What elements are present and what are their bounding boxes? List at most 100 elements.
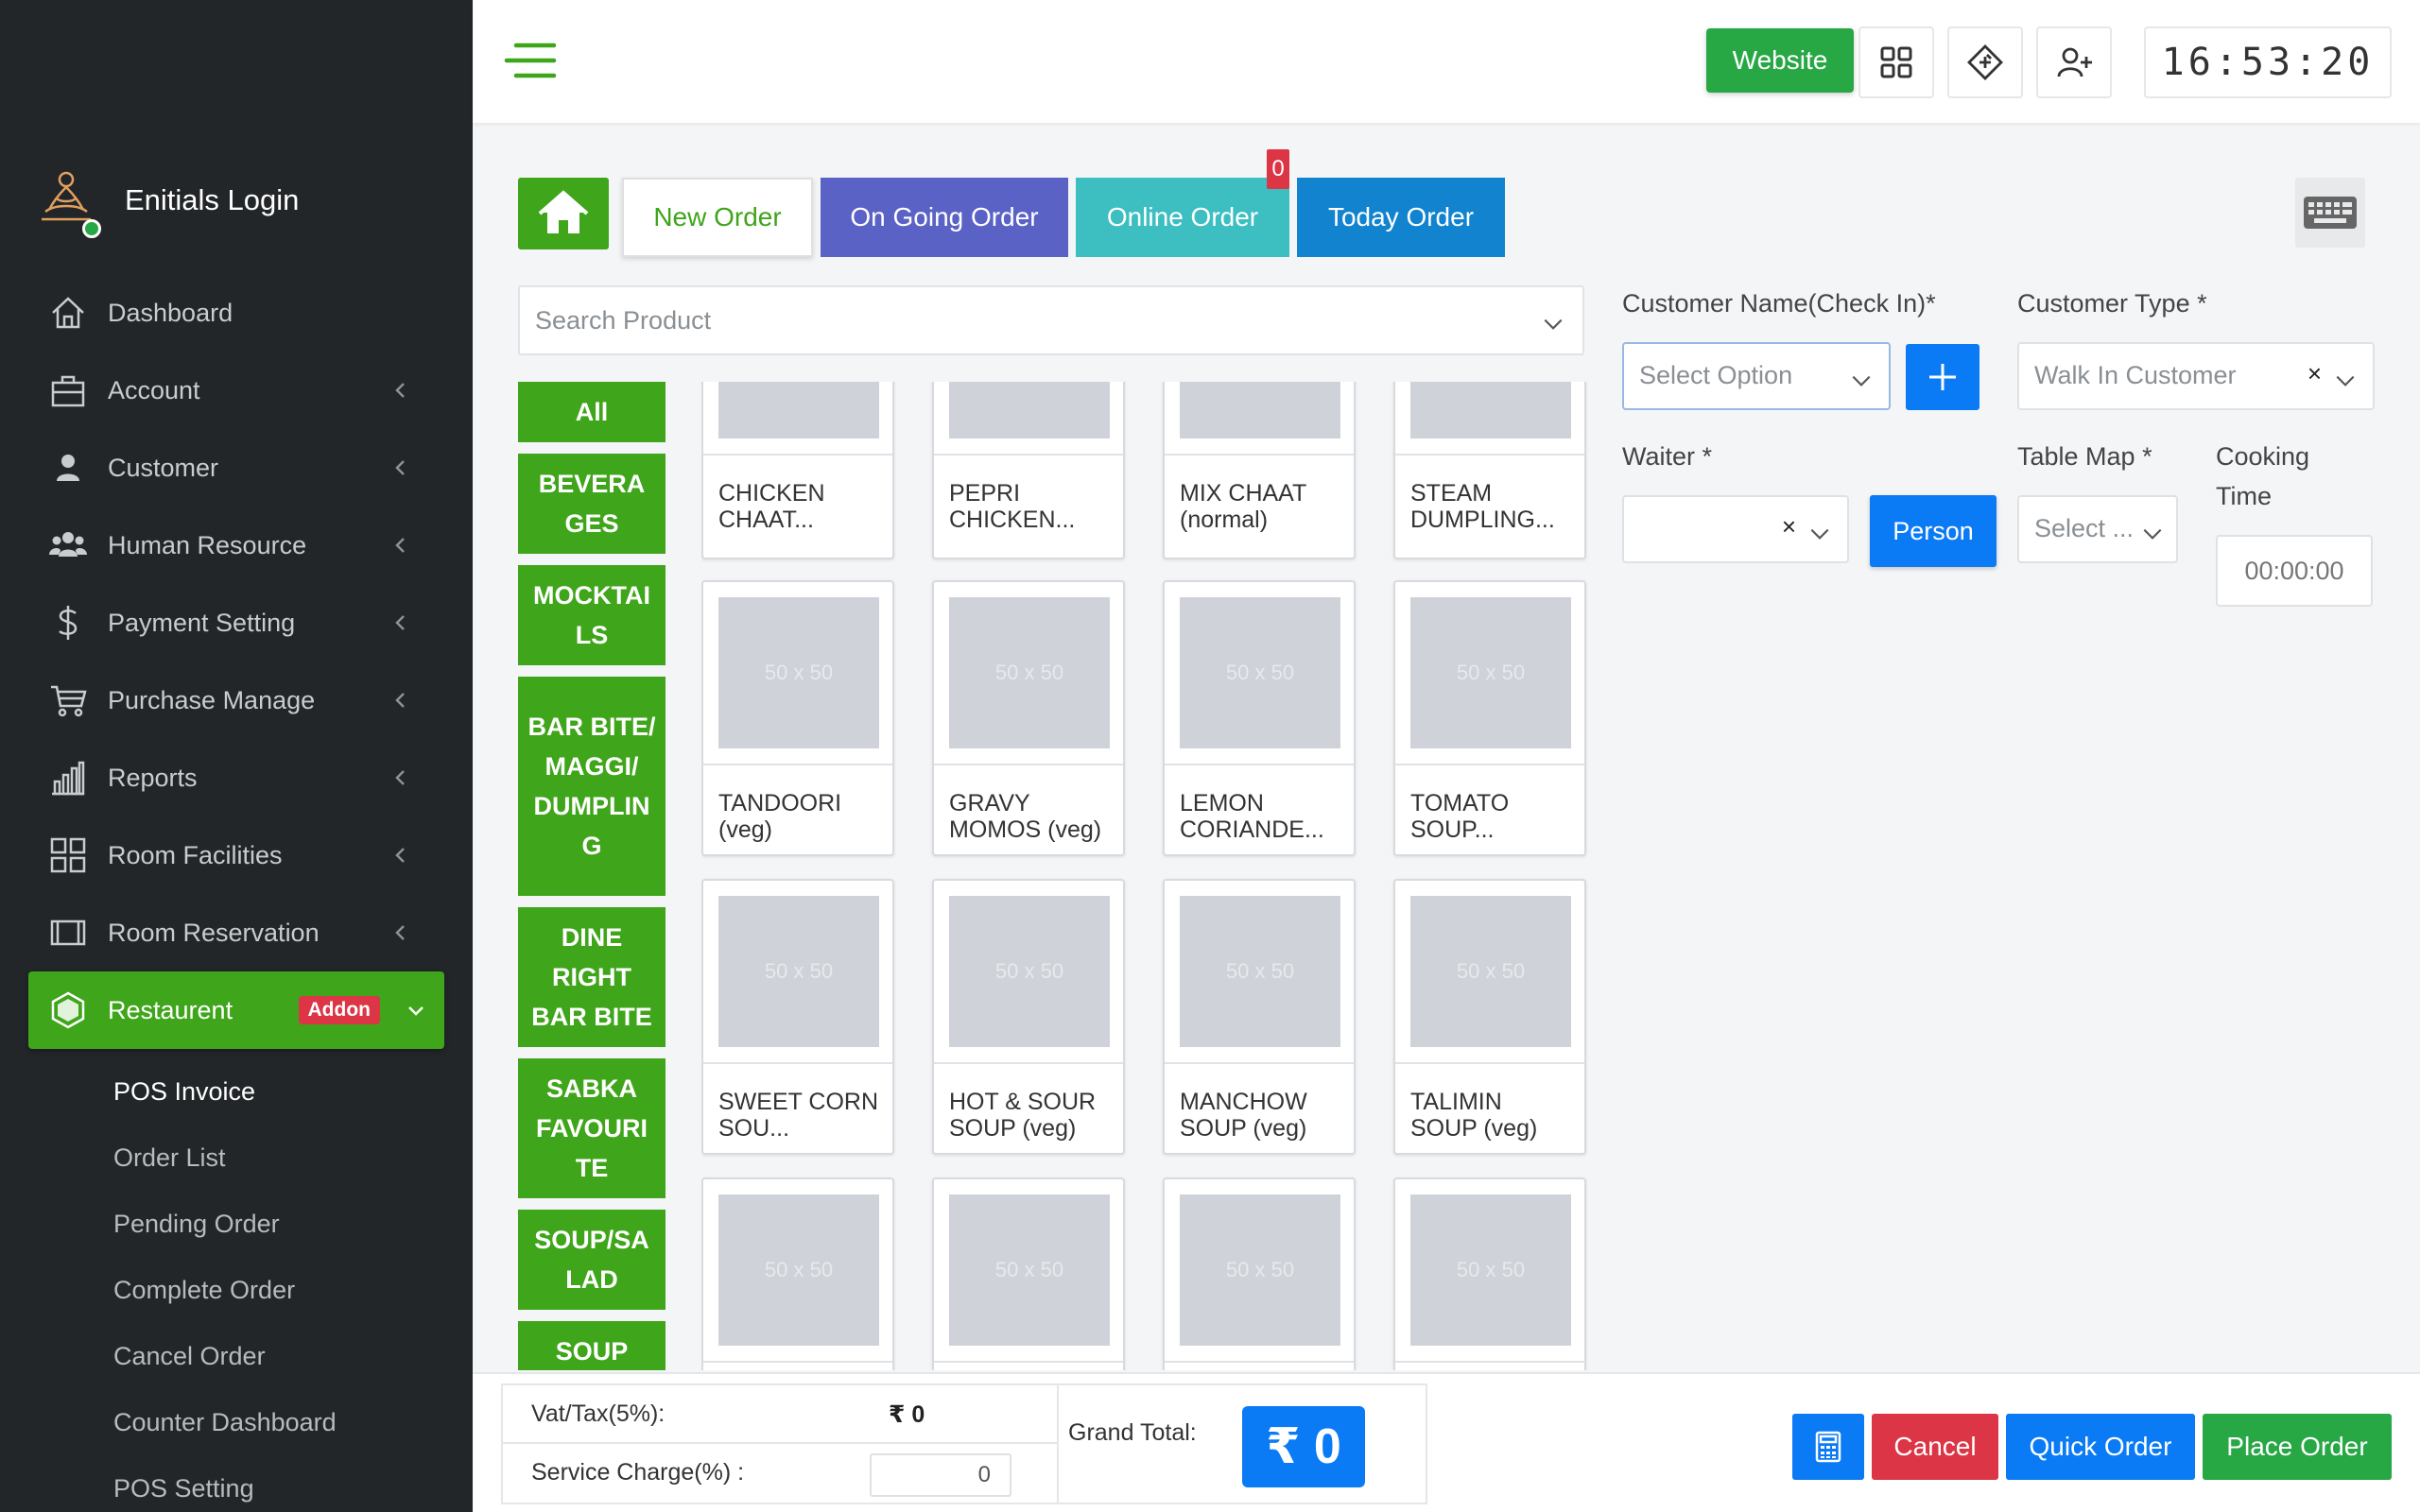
service-charge-label: Service Charge(%) : bbox=[531, 1459, 745, 1486]
brand[interactable]: Enitials Login bbox=[32, 166, 300, 238]
submenu-pos-invoice[interactable]: POS Invoice bbox=[0, 1058, 473, 1125]
cooking-time-input[interactable]: 00:00:00 bbox=[2216, 535, 2373, 607]
add-user-button[interactable] bbox=[2036, 26, 2112, 98]
chevron-left-icon bbox=[395, 383, 405, 398]
home-icon bbox=[538, 190, 589, 233]
product-card[interactable]: 50 x 50 MIX CHAAT (normal) bbox=[1163, 382, 1356, 559]
home-button[interactable] bbox=[518, 178, 609, 249]
apps-grid-button[interactable] bbox=[1858, 26, 1934, 98]
sidebar-item-restaurent[interactable]: Restaurent Addon bbox=[28, 971, 444, 1049]
dollar-icon bbox=[47, 602, 89, 644]
addon-badge: Addon bbox=[298, 996, 380, 1024]
sidebar-item-account[interactable]: Account bbox=[0, 352, 473, 429]
top-header: Website 16:53:20 bbox=[473, 0, 2420, 123]
submenu-pending-order[interactable]: Pending Order bbox=[0, 1191, 473, 1257]
chevron-left-icon bbox=[395, 925, 405, 940]
online-status-dot bbox=[82, 219, 101, 238]
calculator-icon bbox=[1815, 1431, 1841, 1463]
product-card[interactable]: 50 x 50 LEMON CORIANDE... bbox=[1163, 580, 1356, 856]
product-card[interactable]: 50 x 50 bbox=[932, 1177, 1125, 1370]
product-image: 50 x 50 bbox=[949, 597, 1110, 748]
sidebar-item-dashboard[interactable]: Dashboard bbox=[0, 274, 473, 352]
users-icon bbox=[47, 524, 89, 566]
category-soup[interactable]: SOUP bbox=[518, 1321, 666, 1370]
tab-online-order[interactable]: Online Order bbox=[1076, 178, 1289, 257]
tab-ongoing-order[interactable]: On Going Order bbox=[821, 178, 1068, 257]
submenu-order-list[interactable]: Order List bbox=[0, 1125, 473, 1191]
product-card[interactable]: 50 x 50 SWEET CORN SOU... bbox=[701, 879, 894, 1155]
product-card[interactable]: 50 x 50 bbox=[701, 1177, 894, 1370]
category-soup-salad[interactable]: SOUP/SA LAD bbox=[518, 1210, 666, 1310]
customer-type-value: Walk In Customer bbox=[2034, 361, 2237, 389]
search-product-select[interactable]: Search Product bbox=[518, 285, 1584, 355]
cancel-button[interactable]: Cancel bbox=[1872, 1414, 1998, 1480]
product-card[interactable]: 50 x 50 GRAVY MOMOS (veg) bbox=[932, 580, 1125, 856]
sidebar-item-label: Customer bbox=[108, 453, 219, 482]
sidebar-item-customer[interactable]: Customer bbox=[0, 429, 473, 507]
sidebar-item-label: Payment Setting bbox=[108, 608, 296, 637]
submenu-complete-order[interactable]: Complete Order bbox=[0, 1257, 473, 1323]
cart-icon bbox=[47, 679, 89, 721]
product-card[interactable]: 50 x 50 bbox=[1163, 1177, 1356, 1370]
category-sabka-favourite[interactable]: SABKA FAVOURI TE bbox=[518, 1058, 666, 1198]
product-image: 50 x 50 bbox=[1180, 597, 1340, 748]
product-name: STEAM DUMPLING... bbox=[1410, 480, 1555, 533]
add-customer-button[interactable] bbox=[1906, 344, 1979, 410]
product-card[interactable]: 50 x 50 TALIMIN SOUP (veg) bbox=[1393, 879, 1586, 1155]
chevron-left-icon bbox=[395, 615, 405, 630]
clear-icon[interactable]: × bbox=[2308, 359, 2322, 388]
chevron-down-icon bbox=[408, 1006, 424, 1016]
person-button[interactable]: Person bbox=[1870, 495, 1996, 567]
service-charge-input[interactable]: 0 bbox=[870, 1453, 1011, 1497]
product-card[interactable]: 50 x 50 PEPRI CHICKEN... bbox=[932, 382, 1125, 559]
directions-button[interactable] bbox=[1947, 26, 2023, 98]
product-card[interactable]: 50 x 50 STEAM DUMPLING... bbox=[1393, 382, 1586, 559]
sidebar-item-purchase-manage[interactable]: Purchase Manage bbox=[0, 662, 473, 739]
category-dine-right[interactable]: DINE RIGHT BAR BITE bbox=[518, 907, 666, 1047]
category-mocktails[interactable]: MOCKTAI LS bbox=[518, 565, 666, 665]
product-card[interactable]: 50 x 50 MANCHOW SOUP (veg) bbox=[1163, 879, 1356, 1155]
keyboard-button[interactable] bbox=[2295, 178, 2365, 248]
hexagon-icon bbox=[47, 989, 89, 1031]
product-image: 50 x 50 bbox=[1410, 382, 1571, 438]
hamburger-menu-icon[interactable] bbox=[503, 42, 558, 79]
submenu-counter-dashboard[interactable]: Counter Dashboard bbox=[0, 1389, 473, 1455]
product-name: MIX CHAAT (normal) bbox=[1180, 480, 1306, 533]
sidebar-item-room-reservation[interactable]: Room Reservation bbox=[0, 894, 473, 971]
product-card[interactable]: 50 x 50 HOT & SOUR SOUP (veg) bbox=[932, 879, 1125, 1155]
product-card[interactable]: 50 x 50 CHICKEN CHAAT... bbox=[701, 382, 894, 559]
brand-name: Enitials Login bbox=[125, 183, 300, 216]
submenu-pos-setting[interactable]: POS Setting bbox=[0, 1455, 473, 1512]
product-card[interactable]: 50 x 50 bbox=[1393, 1177, 1586, 1370]
chevron-down-icon bbox=[1852, 375, 1871, 387]
product-image: 50 x 50 bbox=[949, 382, 1110, 438]
vat-value: ₹ 0 bbox=[889, 1401, 925, 1428]
product-card[interactable]: 50 x 50 TANDOORI (veg) bbox=[701, 580, 894, 856]
sidebar-item-payment-setting[interactable]: Payment Setting bbox=[0, 584, 473, 662]
table-map-select[interactable]: Select ... bbox=[2017, 495, 2178, 563]
tab-today-order[interactable]: Today Order bbox=[1297, 178, 1505, 257]
submenu-cancel-order[interactable]: Cancel Order bbox=[0, 1323, 473, 1389]
tab-new-order[interactable]: New Order bbox=[622, 178, 813, 257]
sidebar-item-reports[interactable]: Reports bbox=[0, 739, 473, 816]
chevron-down-icon bbox=[1810, 528, 1829, 540]
quick-order-button[interactable]: Quick Order bbox=[2006, 1414, 2195, 1480]
product-card[interactable]: 50 x 50 TOMATO SOUP... bbox=[1393, 580, 1586, 856]
sidebar-item-room-facilities[interactable]: Room Facilities bbox=[0, 816, 473, 894]
category-bar-bite[interactable]: BAR BITE/ MAGGI/ DUMPLIN G bbox=[518, 677, 666, 896]
calculator-button[interactable] bbox=[1792, 1414, 1864, 1480]
place-order-button[interactable]: Place Order bbox=[2203, 1414, 2392, 1480]
directions-icon bbox=[1967, 44, 2003, 80]
chevron-down-icon bbox=[2143, 528, 2162, 540]
customer-type-select[interactable]: Walk In Customer × bbox=[2017, 342, 2375, 410]
website-button[interactable]: Website bbox=[1706, 28, 1854, 93]
customer-name-select[interactable]: Select Option bbox=[1622, 342, 1891, 410]
sidebar-item-human-resource[interactable]: Human Resource bbox=[0, 507, 473, 584]
chevron-left-icon bbox=[395, 460, 405, 475]
clear-icon[interactable]: × bbox=[1782, 512, 1796, 541]
category-all[interactable]: All bbox=[518, 382, 666, 442]
category-beverages[interactable]: BEVERA GES bbox=[518, 454, 666, 554]
waiter-select[interactable]: × bbox=[1622, 495, 1849, 563]
briefcase-icon bbox=[47, 369, 89, 411]
sidebar-menu: Dashboard Account Customer Human Resourc… bbox=[0, 274, 473, 1512]
